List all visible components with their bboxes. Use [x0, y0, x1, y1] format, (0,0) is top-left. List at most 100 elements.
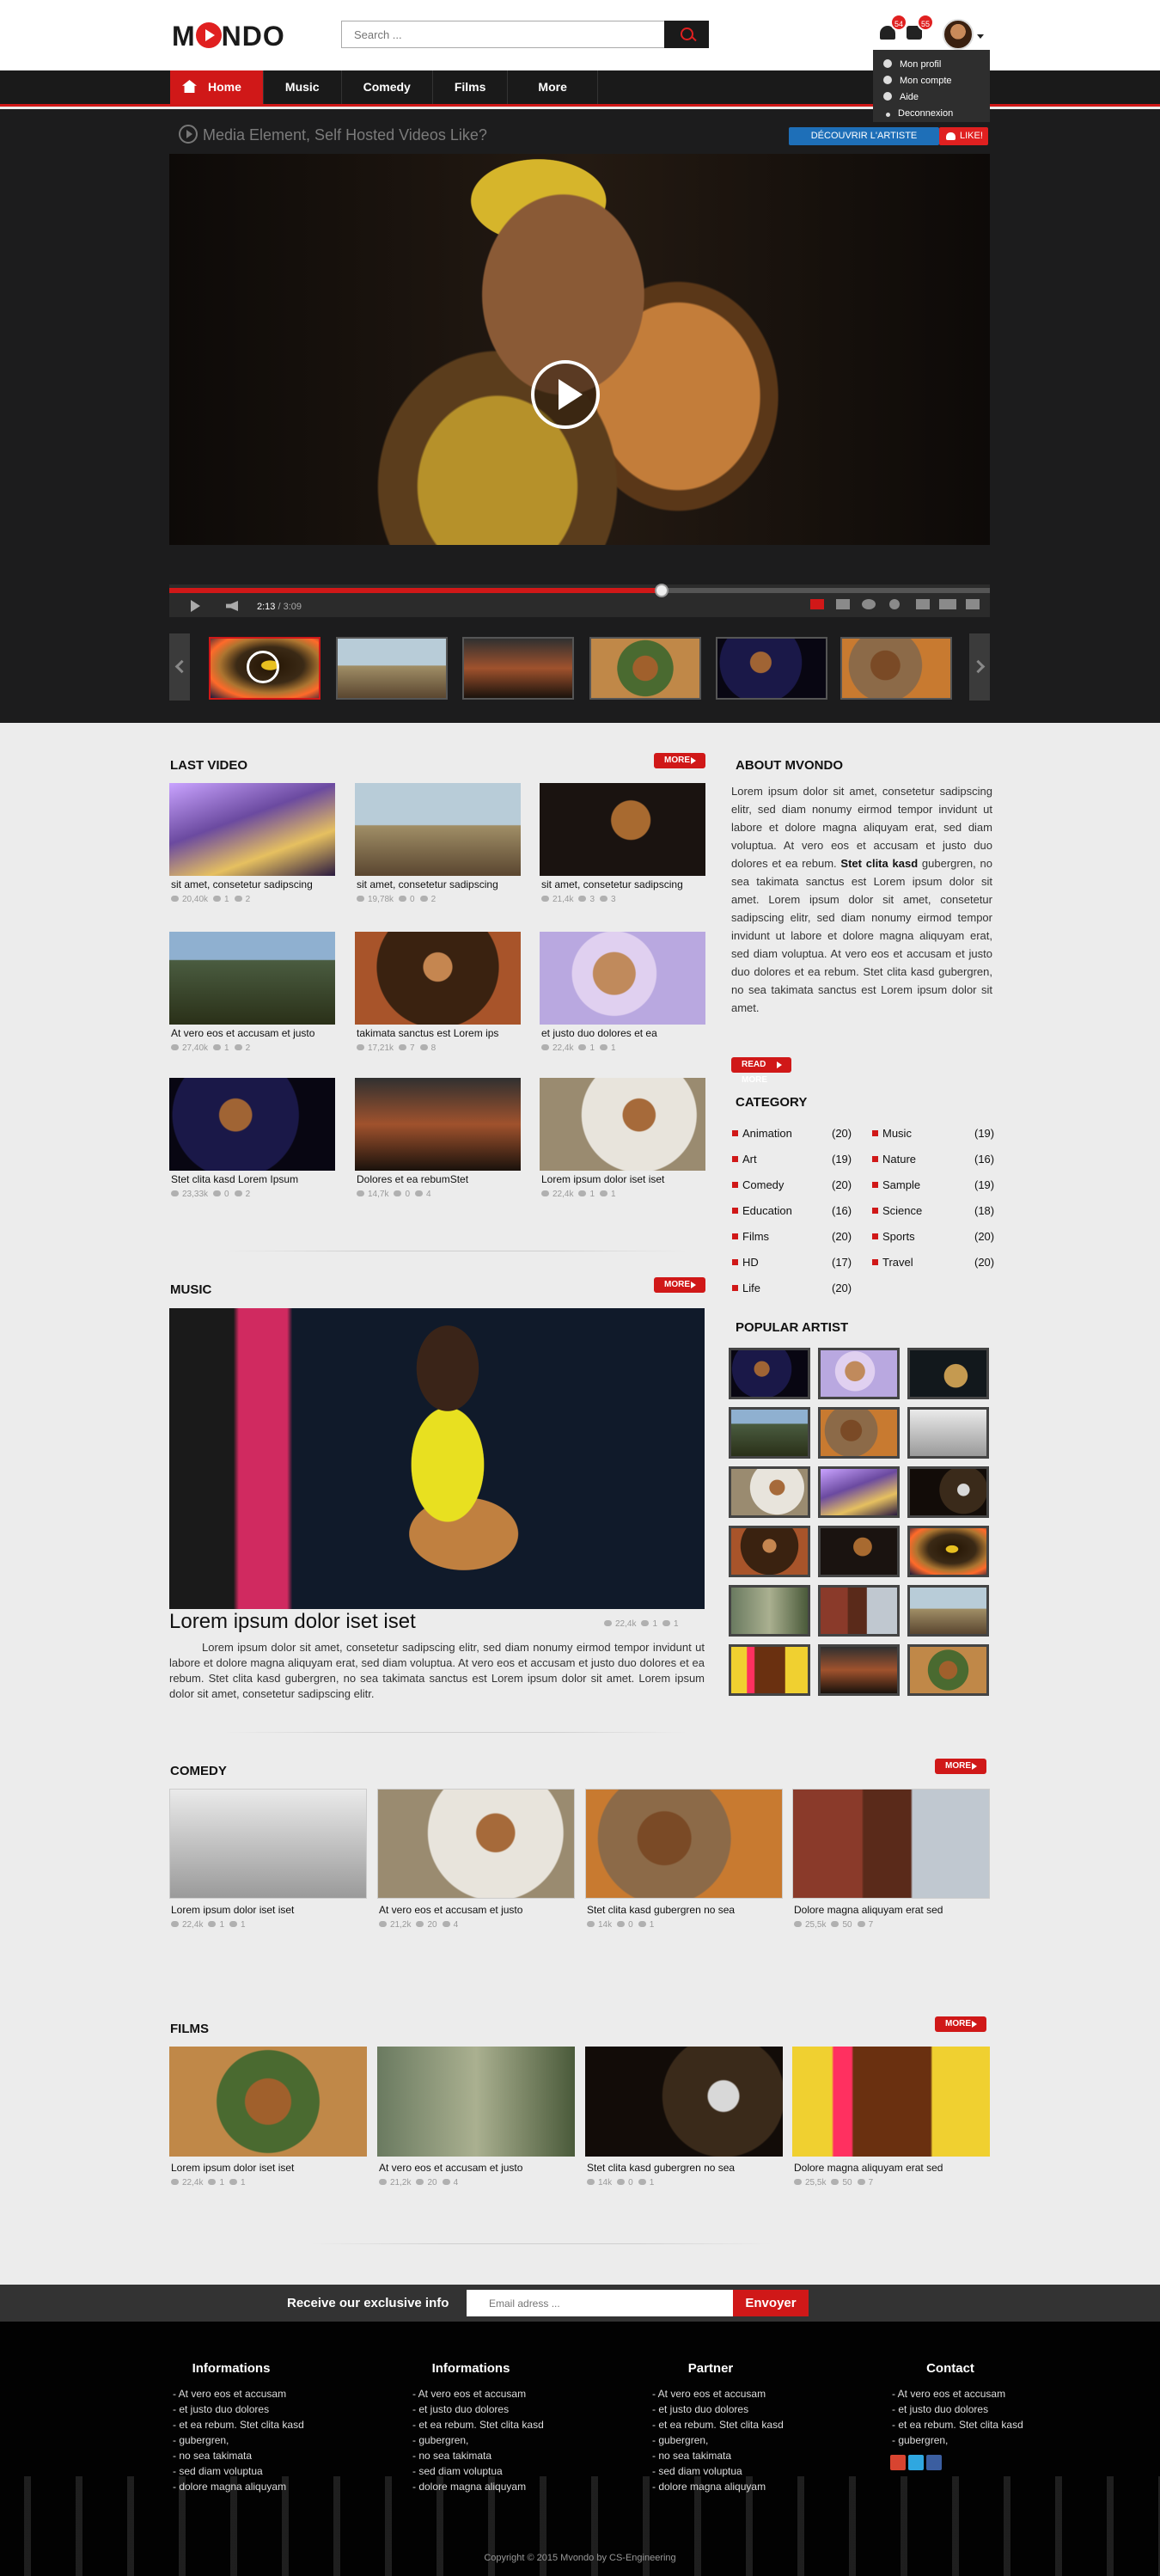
artist-avatar[interactable] [907, 1348, 989, 1399]
category-link[interactable]: Films [732, 1230, 769, 1243]
footer-link[interactable]: - et justo duo dolores [890, 2402, 1079, 2417]
artist-avatar[interactable] [818, 1407, 900, 1459]
video-title[interactable]: At vero eos et accusam et justo [171, 1027, 314, 1039]
artist-avatar[interactable] [818, 1644, 900, 1696]
footer-link[interactable]: - et justo duo dolores [650, 2402, 839, 2417]
video-thumbnail[interactable] [792, 2047, 990, 2157]
footer-link[interactable]: - no sea takimata [171, 2448, 360, 2463]
video-progress[interactable] [169, 584, 990, 597]
artist-avatar[interactable] [818, 1526, 900, 1577]
artist-avatar[interactable] [907, 1466, 989, 1518]
music-headline[interactable]: Lorem ipsum dolor iset iset [169, 1610, 416, 1634]
video-thumbnail[interactable] [355, 932, 521, 1025]
fullscreen-icon[interactable] [966, 599, 980, 609]
newsletter-submit-button[interactable]: Envoyer [733, 2290, 809, 2316]
footer-link[interactable]: - sed diam voluptua [411, 2463, 600, 2479]
google-plus-icon[interactable] [890, 2455, 906, 2470]
thumb-6[interactable] [840, 637, 952, 700]
thumbs-next-arrow-icon[interactable] [969, 633, 990, 701]
play-icon[interactable] [531, 360, 600, 429]
newsletter-email-input[interactable] [467, 2290, 733, 2316]
thumb-1[interactable] [209, 637, 321, 700]
video-title[interactable]: et justo duo dolores et ea [541, 1027, 657, 1039]
footer-link[interactable]: - et ea rebum. Stet clita kasd [890, 2417, 1079, 2432]
thumb-3[interactable] [462, 637, 574, 700]
video-title[interactable]: At vero eos et accusam et justo [379, 1904, 522, 1916]
footer-link[interactable]: - et ea rebum. Stet clita kasd [411, 2417, 600, 2432]
video-title[interactable]: At vero eos et accusam et justo [379, 2162, 522, 2174]
artist-avatar[interactable] [907, 1585, 989, 1637]
artist-avatar[interactable] [729, 1644, 810, 1696]
footer-link[interactable]: - At vero eos et accusam [890, 2386, 1079, 2402]
category-link[interactable]: Nature [872, 1153, 916, 1166]
video-title[interactable]: Dolore magna aliquyam erat sed [794, 2162, 943, 2174]
video-player[interactable] [169, 154, 990, 545]
miniplayer-icon[interactable] [916, 599, 930, 609]
category-link[interactable]: Art [732, 1153, 757, 1166]
footer-link[interactable]: - gubergren, [171, 2432, 360, 2448]
video-thumbnail[interactable] [169, 1789, 367, 1899]
artist-avatar[interactable] [818, 1585, 900, 1637]
artist-avatar[interactable] [818, 1348, 900, 1399]
video-title[interactable]: Dolore magna aliquyam erat sed [794, 1904, 943, 1916]
artist-avatar[interactable] [729, 1466, 810, 1518]
artist-avatar[interactable] [907, 1407, 989, 1459]
thumb-4[interactable] [589, 637, 701, 700]
nav-music[interactable]: Music [264, 70, 342, 104]
video-thumbnail[interactable] [585, 1789, 783, 1899]
thumb-5[interactable] [716, 637, 827, 700]
subtitles-icon[interactable] [810, 599, 824, 609]
user-avatar[interactable] [943, 19, 974, 50]
dropdown-item-profile[interactable]: Mon profil [883, 57, 990, 73]
video-thumbnail[interactable] [169, 2047, 367, 2157]
video-thumbnail[interactable] [792, 1789, 990, 1899]
facebook-icon[interactable] [926, 2455, 942, 2470]
artist-avatar[interactable] [729, 1407, 810, 1459]
footer-link[interactable]: - gubergren, [411, 2432, 600, 2448]
films-more-button[interactable]: MORE [935, 2016, 986, 2032]
comedy-more-button[interactable]: MORE [935, 1759, 986, 1774]
messages-button[interactable]: 55 [907, 14, 934, 45]
video-title[interactable]: sit amet, consetetur sadipscing [171, 878, 313, 890]
footer-link[interactable]: - dolore magna aliquyam [650, 2479, 839, 2494]
dropdown-item-account[interactable]: Mon compte [883, 73, 990, 89]
like-button[interactable]: LIKE! [939, 127, 988, 145]
category-link[interactable]: Sports [872, 1230, 915, 1243]
footer-link[interactable]: - no sea takimata [411, 2448, 600, 2463]
video-title[interactable]: Dolores et ea rebumStet [357, 1173, 468, 1185]
nav-home[interactable]: Home [170, 70, 264, 104]
video-thumbnail[interactable] [585, 2047, 783, 2157]
theater-icon[interactable] [939, 599, 956, 609]
video-thumbnail[interactable] [169, 783, 335, 876]
artist-avatar[interactable] [729, 1585, 810, 1637]
video-thumbnail[interactable] [540, 932, 705, 1025]
video-title[interactable]: sit amet, consetetur sadipscing [357, 878, 498, 890]
thumbs-prev-arrow-icon[interactable] [169, 633, 190, 701]
category-link[interactable]: Education [732, 1204, 792, 1217]
twitter-icon[interactable] [908, 2455, 924, 2470]
video-thumbnail[interactable] [355, 1078, 521, 1171]
category-link[interactable]: HD [732, 1256, 759, 1269]
footer-link[interactable]: - no sea takimata [650, 2448, 839, 2463]
category-link[interactable]: Comedy [732, 1178, 784, 1191]
nav-comedy[interactable]: Comedy [342, 70, 433, 104]
footer-link[interactable]: - et justo duo dolores [171, 2402, 360, 2417]
video-title[interactable]: Lorem ipsum dolor iset iset [171, 2162, 294, 2174]
category-link[interactable]: Sample [872, 1178, 920, 1191]
last-video-more-button[interactable]: MORE [654, 753, 705, 768]
music-feature-image[interactable] [169, 1308, 705, 1609]
search-button[interactable] [664, 21, 709, 48]
footer-link[interactable]: - dolore magna aliquyam [411, 2479, 600, 2494]
artist-avatar[interactable] [907, 1526, 989, 1577]
category-link[interactable]: Life [732, 1282, 760, 1294]
video-thumbnail[interactable] [169, 1078, 335, 1171]
artist-avatar[interactable] [729, 1348, 810, 1399]
category-link[interactable]: Animation [732, 1127, 792, 1140]
footer-link[interactable]: - sed diam voluptua [650, 2463, 839, 2479]
video-thumbnail[interactable] [540, 783, 705, 876]
artist-avatar[interactable] [907, 1644, 989, 1696]
chevron-down-icon[interactable] [977, 34, 984, 39]
dropdown-item-logout[interactable]: Deconnexion [883, 106, 990, 122]
read-more-button[interactable]: READ MORE [731, 1057, 791, 1085]
video-thumbnail[interactable] [377, 1789, 575, 1899]
